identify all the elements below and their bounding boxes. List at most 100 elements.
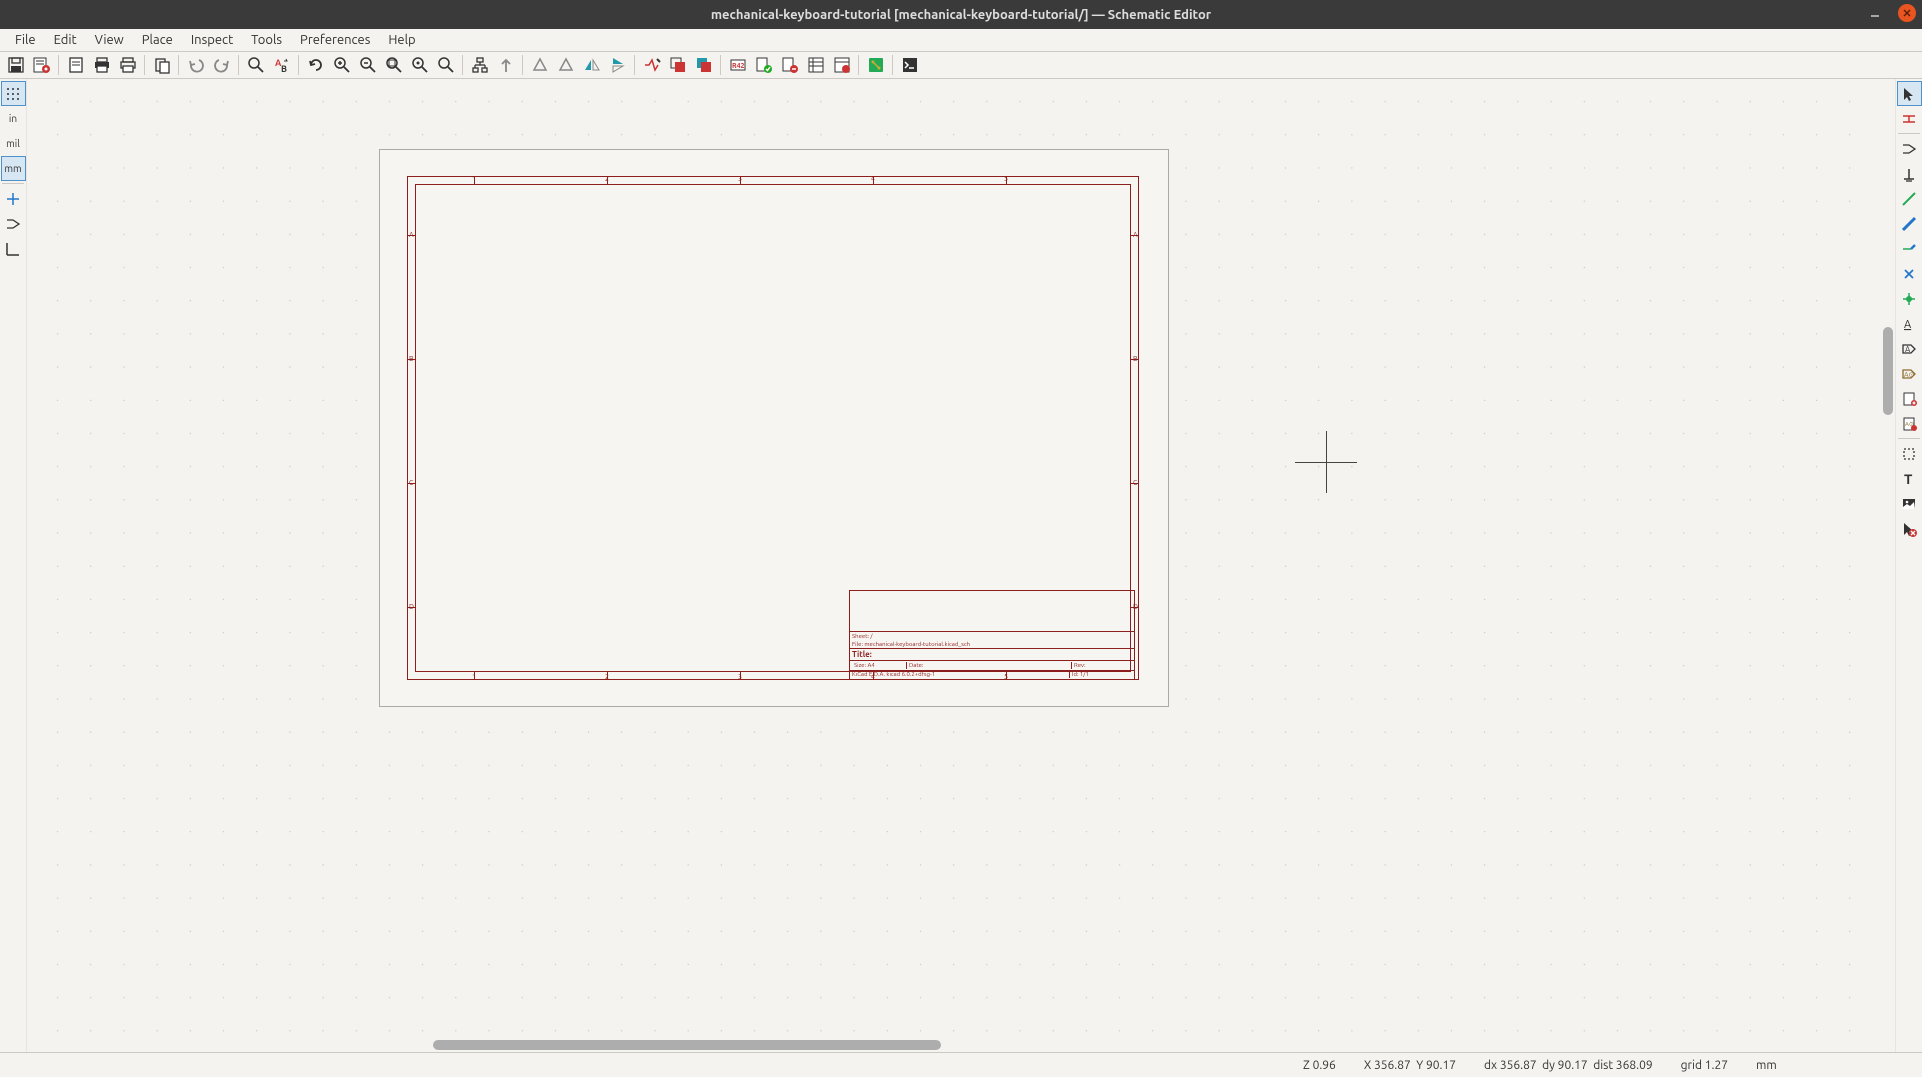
- menu-view[interactable]: View: [86, 31, 133, 49]
- ruler-label: 3: [738, 175, 742, 183]
- add-noconnect-icon[interactable]: [1897, 261, 1922, 286]
- plot-icon[interactable]: [116, 54, 139, 77]
- add-hierarchical-label-icon[interactable]: A⊙: [1897, 361, 1922, 386]
- delete-tool-icon[interactable]: [1897, 516, 1922, 541]
- ruler-label: C: [1133, 479, 1137, 487]
- units-mm-button[interactable]: mm: [1, 156, 26, 181]
- menu-place[interactable]: Place: [133, 31, 182, 49]
- generate-bom-icon[interactable]: [830, 54, 853, 77]
- menu-preferences[interactable]: Preferences: [291, 31, 379, 49]
- undo-icon[interactable]: [184, 54, 207, 77]
- grid-toggle-icon[interactable]: [1, 81, 26, 106]
- schematic-canvas[interactable]: 1 2 3 4 5 1 2 3 4 5 A B C: [27, 79, 1895, 1052]
- canvas-area[interactable]: 1 2 3 4 5 1 2 3 4 5 A B C: [27, 79, 1895, 1052]
- select-tool-icon[interactable]: [1897, 81, 1922, 106]
- ruler-label: 2: [605, 175, 609, 183]
- scroll-thumb[interactable]: [1883, 327, 1893, 415]
- find-icon[interactable]: [244, 54, 267, 77]
- ruler-label: A: [1133, 231, 1138, 239]
- status-grid: grid 1.27: [1667, 1059, 1742, 1072]
- import-sheet-pin-icon[interactable]: A⊙: [1897, 411, 1922, 436]
- mirror-horizontal-icon[interactable]: [606, 54, 629, 77]
- zoom-objects-icon[interactable]: [408, 54, 431, 77]
- hidden-pins-icon[interactable]: [1, 211, 26, 236]
- menu-help[interactable]: Help: [379, 31, 424, 49]
- footprint-assign-icon[interactable]: [692, 54, 715, 77]
- cursor-shape-icon[interactable]: [1, 186, 26, 211]
- scroll-thumb[interactable]: [433, 1040, 941, 1050]
- separator: [144, 55, 145, 75]
- symbol-browser-icon[interactable]: [666, 54, 689, 77]
- tb-title: Title:: [852, 650, 872, 659]
- crosshair-cursor: [1295, 431, 1357, 493]
- add-global-label-icon[interactable]: A: [1897, 336, 1922, 361]
- status-coord-x: X 356.87 Y 90.17: [1350, 1059, 1470, 1072]
- add-power-icon[interactable]: [1897, 161, 1922, 186]
- minimize-button[interactable]: [1866, 4, 1884, 22]
- pcb-editor-icon[interactable]: [864, 54, 887, 77]
- separator: [858, 55, 859, 75]
- add-label-icon[interactable]: A: [1897, 311, 1922, 336]
- zoom-out-icon[interactable]: [356, 54, 379, 77]
- svg-text:A: A: [1905, 345, 1911, 354]
- add-text-icon[interactable]: T: [1897, 466, 1922, 491]
- menu-tools[interactable]: Tools: [242, 31, 291, 49]
- add-sheet-icon[interactable]: [1897, 386, 1922, 411]
- separator: [634, 55, 635, 75]
- zoom-selection-icon[interactable]: [434, 54, 457, 77]
- page-settings-icon[interactable]: [64, 54, 87, 77]
- add-bus-icon[interactable]: [1897, 211, 1922, 236]
- menu-inspect[interactable]: Inspect: [182, 31, 242, 49]
- navigate-hierarchy-icon[interactable]: [468, 54, 491, 77]
- vertical-scrollbar[interactable]: [1881, 79, 1895, 1038]
- highlight-net-icon[interactable]: [1897, 106, 1922, 131]
- tb-date: Date:: [909, 662, 923, 669]
- ruler-label: B: [409, 355, 413, 363]
- simulator-icon[interactable]: [778, 54, 801, 77]
- units-inches-button[interactable]: in: [1, 106, 26, 131]
- refresh-icon[interactable]: [304, 54, 327, 77]
- annotate-icon[interactable]: R42: [726, 54, 749, 77]
- tb-id: Id: 1/1: [1072, 671, 1089, 678]
- schematic-setup-icon[interactable]: [30, 54, 53, 77]
- ruler-label: B: [1133, 355, 1137, 363]
- bom-icon[interactable]: [804, 54, 827, 77]
- rotate-cw-icon[interactable]: [554, 54, 577, 77]
- menu-bar: File Edit View Place Inspect Tools Prefe…: [0, 29, 1922, 52]
- units-mils-button[interactable]: mil: [1, 131, 26, 156]
- find-replace-icon[interactable]: AB: [270, 54, 293, 77]
- leave-sheet-icon[interactable]: [494, 54, 517, 77]
- menu-file[interactable]: File: [6, 31, 45, 49]
- paste-icon[interactable]: [150, 54, 173, 77]
- zoom-in-icon[interactable]: [330, 54, 353, 77]
- redo-icon[interactable]: [210, 54, 233, 77]
- svg-text:A⊙: A⊙: [1904, 371, 1915, 379]
- window-controls: [1866, 4, 1916, 22]
- add-line-icon[interactable]: [1897, 441, 1922, 466]
- zoom-fit-icon[interactable]: [382, 54, 405, 77]
- ruler-label: D: [409, 603, 414, 611]
- rotate-ccw-icon[interactable]: [528, 54, 551, 77]
- print-icon[interactable]: [90, 54, 113, 77]
- ruler-label: 4: [871, 175, 875, 183]
- ruler-label: 1: [472, 175, 476, 183]
- add-junction-icon[interactable]: [1897, 286, 1922, 311]
- svg-text:T: T: [1904, 471, 1913, 487]
- add-image-icon[interactable]: [1897, 491, 1922, 516]
- mirror-vertical-icon[interactable]: [580, 54, 603, 77]
- add-wire-icon[interactable]: [1897, 186, 1922, 211]
- scripting-console-icon[interactable]: [898, 54, 921, 77]
- erc-icon[interactable]: [752, 54, 775, 77]
- menu-edit[interactable]: Edit: [45, 31, 86, 49]
- separator: [462, 55, 463, 75]
- free-angle-icon[interactable]: [1, 236, 26, 261]
- separator: [178, 55, 179, 75]
- separator: [892, 55, 893, 75]
- svg-text:A: A: [1904, 319, 1912, 331]
- save-icon[interactable]: [4, 54, 27, 77]
- add-wire-entry-icon[interactable]: [1897, 236, 1922, 261]
- add-symbol-icon[interactable]: [1897, 136, 1922, 161]
- ruler-label: C: [409, 479, 413, 487]
- symbol-editor-icon[interactable]: [640, 54, 663, 77]
- close-button[interactable]: [1898, 4, 1916, 22]
